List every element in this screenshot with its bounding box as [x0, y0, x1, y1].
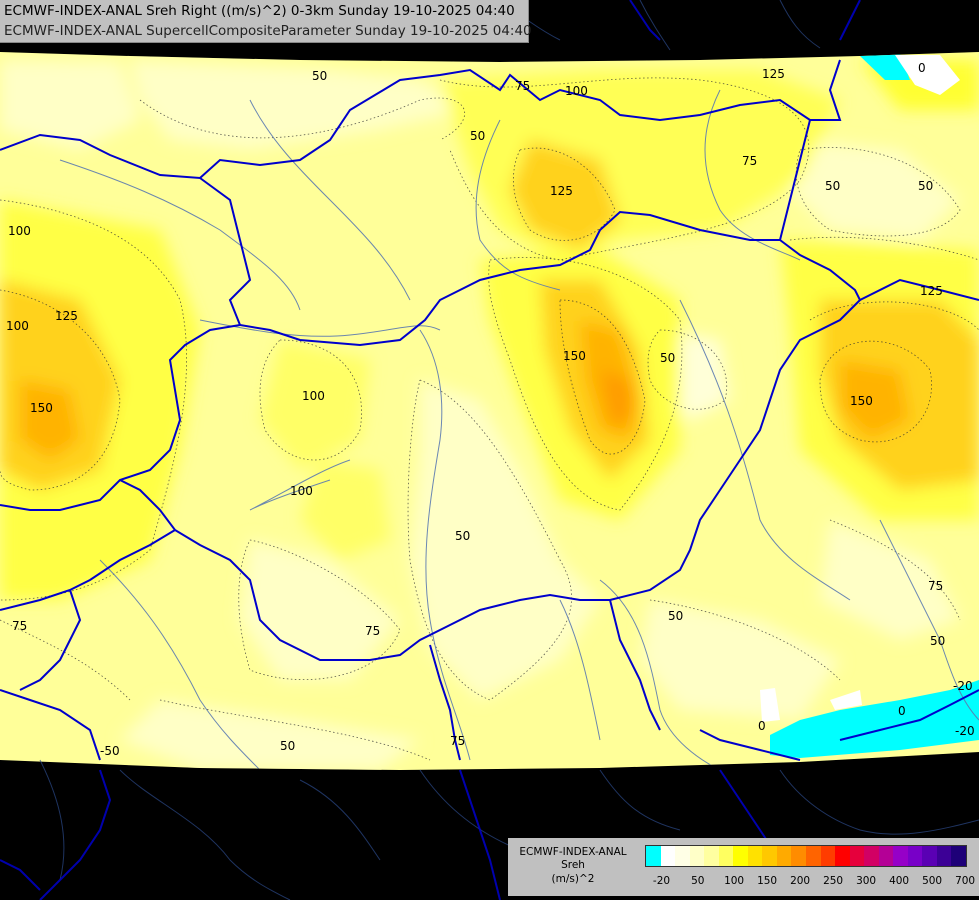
contour-label: 150 — [563, 349, 586, 363]
contour-label: 100 — [302, 389, 325, 403]
contour-label: 50 — [455, 529, 470, 543]
contour-label: 50 — [470, 129, 485, 143]
contour-label: 50 — [825, 179, 840, 193]
legend-swatch — [849, 846, 865, 866]
legend-swatch — [820, 846, 836, 866]
contour-label: 125 — [550, 184, 573, 198]
legend-tick-label: 200 — [790, 875, 811, 887]
contour-label: 100 — [565, 84, 588, 98]
legend-swatch — [718, 846, 734, 866]
contour-label: 50 — [660, 351, 675, 365]
contour-label: -50 — [100, 744, 120, 758]
legend-color-bar — [645, 845, 968, 867]
legend-tick-label: 300 — [856, 875, 877, 887]
legend-ticks: -20 50 100 150 200 250 300 400 500 700 — [645, 875, 975, 889]
contour-label: 100 — [6, 319, 29, 333]
contour-label: -20 — [955, 724, 975, 738]
contour-label: 75 — [365, 624, 380, 638]
legend-tick-label: 500 — [922, 875, 943, 887]
legend-swatch — [747, 846, 763, 866]
contour-label: 50 — [668, 609, 683, 623]
contour-label: 75 — [12, 619, 27, 633]
contour-label: 100 — [8, 224, 31, 238]
contour-label: 125 — [920, 284, 943, 298]
legend-swatch — [806, 846, 821, 866]
contour-label: 50 — [280, 739, 295, 753]
legend: ECMWF-INDEX-ANAL Sreh (m/s)^2 -20 50 100 15… — [508, 838, 979, 896]
legend-swatch — [878, 846, 894, 866]
legend-tick-label: 100 — [724, 875, 745, 887]
contour-label: -20 — [953, 679, 973, 693]
legend-swatch — [864, 846, 879, 866]
legend-tick-label: 700 — [955, 875, 976, 887]
legend-swatch — [675, 846, 690, 866]
title-line-1: ECMWF-INDEX-ANAL Sreh Right ((m/s)^2) 0-… — [4, 3, 515, 19]
title-box: ECMWF-INDEX-ANAL Sreh Right ((m/s)^2) 0-… — [0, 0, 532, 43]
contour-label: 125 — [55, 309, 78, 323]
legend-swatch — [660, 846, 676, 866]
sreh-map: 50 50 75 100 125 75 125 50 50 0 100 100 … — [0, 0, 979, 900]
contour-label: 0 — [758, 719, 766, 733]
legend-swatch — [835, 846, 850, 866]
contour-label: 150 — [30, 401, 53, 415]
contour-label: 75 — [450, 734, 465, 748]
legend-tick-label: 400 — [889, 875, 910, 887]
legend-swatch — [893, 846, 908, 866]
legend-swatch — [762, 846, 777, 866]
contour-label: 0 — [918, 61, 926, 75]
legend-swatch — [951, 846, 967, 866]
legend-unit: (m/s)^2 — [551, 873, 595, 885]
legend-swatch — [936, 846, 952, 866]
legend-swatch — [791, 846, 807, 866]
contour-label: 50 — [312, 69, 327, 83]
contour-label: 50 — [930, 634, 945, 648]
contour-label: 75 — [515, 79, 530, 93]
legend-tick-label: -20 — [652, 875, 671, 887]
contour-label: 150 — [850, 394, 873, 408]
legend-tick-label: 50 — [691, 875, 705, 887]
contour-label: 100 — [290, 484, 313, 498]
legend-tick-label: 150 — [757, 875, 778, 887]
legend-swatch — [704, 846, 719, 866]
legend-tick-label: 250 — [823, 875, 844, 887]
legend-swatch — [922, 846, 937, 866]
contour-label: 0 — [898, 704, 906, 718]
legend-swatch — [689, 846, 705, 866]
contour-label: 125 — [762, 67, 785, 81]
contour-label: 75 — [928, 579, 943, 593]
legend-swatch — [733, 846, 748, 866]
contour-label: 75 — [742, 154, 757, 168]
legend-swatch — [646, 846, 661, 866]
title-line-2: ECMWF-INDEX-ANAL SupercellCompositeParam… — [4, 23, 532, 39]
legend-title: ECMWF-INDEX-ANAL — [519, 846, 627, 858]
legend-swatch — [907, 846, 923, 866]
legend-variable: Sreh — [561, 859, 585, 871]
contour-label: 50 — [918, 179, 933, 193]
legend-swatch — [776, 846, 792, 866]
data-domain — [0, 52, 979, 770]
